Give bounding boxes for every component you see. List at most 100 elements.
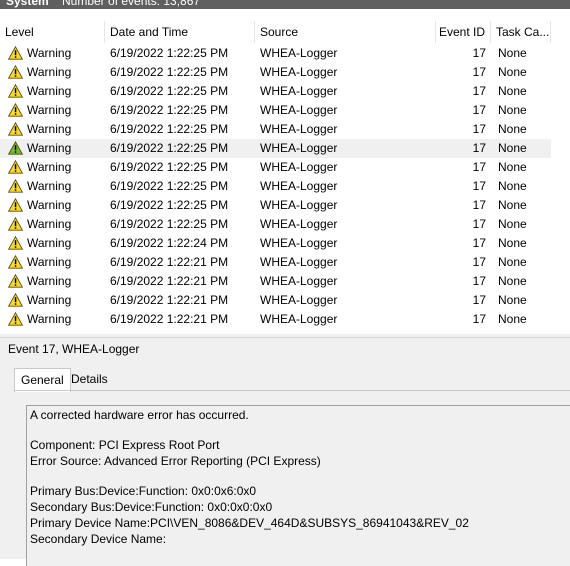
event-row[interactable]: Warning 6/19/2022 1:22:21 PM WHEA-Logger 17… — [0, 253, 551, 272]
column-header-event-id[interactable]: Event ID — [436, 21, 491, 43]
description-line: Primary Device Name:PCI\VEN_8086&DEV_464… — [30, 516, 469, 530]
cell-event-id: 17 — [472, 179, 486, 193]
cell-source: WHEA-Logger — [260, 160, 338, 174]
cell-source: WHEA-Logger — [260, 217, 338, 231]
warning-triangle-icon — [8, 122, 23, 136]
cell-task-category: None — [498, 255, 527, 269]
cell-task-category: None — [498, 103, 527, 117]
column-header-row: Level Date and Time Source Event ID Task… — [0, 21, 551, 43]
cell-date-time: 6/19/2022 1:22:21 PM — [110, 274, 229, 288]
tab-divider — [14, 390, 570, 391]
cell-date-time: 6/19/2022 1:22:21 PM — [110, 255, 229, 269]
cell-task-category: None — [498, 236, 527, 250]
event-row[interactable]: Warning 6/19/2022 1:22:25 PM WHEA-Logger 17… — [0, 101, 551, 120]
cell-event-id: 17 — [472, 312, 486, 326]
tab-general[interactable]: General — [14, 368, 71, 392]
event-row[interactable]: Warning 6/19/2022 1:22:25 PM WHEA-Logger 17… — [0, 196, 551, 215]
event-count: Number of events: 13,867 — [62, 0, 201, 8]
cell-source: WHEA-Logger — [260, 274, 338, 288]
cell-task-category: None — [498, 293, 527, 307]
event-row[interactable]: Warning 6/19/2022 1:22:25 PM WHEA-Logger 17… — [0, 177, 551, 196]
cell-source: WHEA-Logger — [260, 65, 338, 79]
event-row[interactable]: Warning 6/19/2022 1:22:21 PM WHEA-Logger 17… — [0, 310, 551, 329]
warning-triangle-icon — [8, 141, 23, 155]
cell-level: Warning — [27, 160, 72, 174]
cell-level: Warning — [27, 141, 72, 155]
cell-event-id: 17 — [472, 46, 486, 60]
cell-date-time: 6/19/2022 1:22:21 PM — [110, 293, 229, 307]
column-header-task-category[interactable]: Task Ca... — [491, 21, 551, 43]
warning-triangle-icon — [8, 198, 23, 212]
cell-event-id: 17 — [472, 122, 486, 136]
event-row[interactable]: Warning 6/19/2022 1:22:25 PM WHEA-Logger 17… — [0, 139, 551, 158]
warning-triangle-icon — [8, 312, 23, 326]
cell-event-id: 17 — [472, 141, 486, 155]
vertical-scrollbar[interactable] — [555, 9, 570, 334]
warning-triangle-icon — [8, 179, 23, 193]
cell-level: Warning — [27, 103, 72, 117]
description-line: Component: PCI Express Root Port — [30, 438, 220, 452]
cell-event-id: 17 — [472, 255, 486, 269]
cell-level: Warning — [27, 293, 72, 307]
cell-event-id: 17 — [472, 293, 486, 307]
cell-date-time: 6/19/2022 1:22:25 PM — [110, 179, 229, 193]
event-row[interactable]: Warning 6/19/2022 1:22:25 PM WHEA-Logger 17… — [0, 215, 551, 234]
cell-task-category: None — [498, 84, 527, 98]
warning-triangle-icon — [8, 160, 23, 174]
event-detail-pane: Event 17, WHEA-Logger General Details A … — [0, 337, 570, 566]
cell-event-id: 17 — [472, 217, 486, 231]
cell-level: Warning — [27, 46, 72, 60]
description-line: Secondary Bus:Device:Function: 0x0:0x0:0… — [30, 500, 273, 514]
warning-triangle-icon — [8, 217, 23, 231]
event-description-box[interactable]: A corrected hardware error has occurred.… — [26, 405, 570, 566]
cell-source: WHEA-Logger — [260, 312, 338, 326]
warning-triangle-icon — [8, 103, 23, 117]
cell-level: Warning — [27, 236, 72, 250]
event-row[interactable]: Warning 6/19/2022 1:22:25 PM WHEA-Logger 17… — [0, 120, 551, 139]
event-row[interactable]: Warning 6/19/2022 1:22:25 PM WHEA-Logger 17… — [0, 82, 551, 101]
column-header-date-time[interactable]: Date and Time — [105, 21, 255, 43]
event-row[interactable]: Warning 6/19/2022 1:22:25 PM WHEA-Logger 17… — [0, 44, 551, 63]
cell-task-category: None — [498, 274, 527, 288]
warning-triangle-icon — [8, 274, 23, 288]
event-row[interactable]: Warning 6/19/2022 1:22:21 PM WHEA-Logger 17… — [0, 272, 551, 291]
description-line: A corrected hardware error has occurred. — [30, 408, 249, 422]
cell-task-category: None — [498, 179, 527, 193]
tab-details[interactable]: Details — [65, 368, 114, 390]
cell-source: WHEA-Logger — [260, 141, 338, 155]
cell-event-id: 17 — [472, 274, 486, 288]
cell-date-time: 6/19/2022 1:22:25 PM — [110, 160, 229, 174]
cell-date-time: 6/19/2022 1:22:25 PM — [110, 198, 229, 212]
cell-level: Warning — [27, 255, 72, 269]
cell-source: WHEA-Logger — [260, 179, 338, 193]
cell-date-time: 6/19/2022 1:22:25 PM — [110, 141, 229, 155]
cell-task-category: None — [498, 46, 527, 60]
cell-source: WHEA-Logger — [260, 236, 338, 250]
cell-source: WHEA-Logger — [260, 293, 338, 307]
event-row[interactable]: Warning 6/19/2022 1:22:25 PM WHEA-Logger 17… — [0, 158, 551, 177]
cell-level: Warning — [27, 84, 72, 98]
column-header-level[interactable]: Level — [0, 21, 105, 43]
cell-level: Warning — [27, 217, 72, 231]
column-header-source[interactable]: Source — [255, 21, 436, 43]
cell-level: Warning — [27, 179, 72, 193]
cell-task-category: None — [498, 122, 527, 136]
cell-date-time: 6/19/2022 1:22:25 PM — [110, 217, 229, 231]
cell-task-category: None — [498, 65, 527, 79]
cell-source: WHEA-Logger — [260, 84, 338, 98]
warning-triangle-icon — [8, 236, 23, 250]
event-row[interactable]: Warning 6/19/2022 1:22:21 PM WHEA-Logger 17… — [0, 291, 551, 310]
event-row[interactable]: Warning 6/19/2022 1:22:24 PM WHEA-Logger 17… — [0, 234, 551, 253]
warning-triangle-icon — [8, 255, 23, 269]
cell-level: Warning — [27, 198, 72, 212]
cell-task-category: None — [498, 198, 527, 212]
cell-task-category: None — [498, 160, 527, 174]
cell-event-id: 17 — [472, 65, 486, 79]
event-row[interactable]: Warning 6/19/2022 1:22:25 PM WHEA-Logger 17… — [0, 63, 551, 82]
cell-level: Warning — [27, 122, 72, 136]
warning-triangle-icon — [8, 84, 23, 98]
cell-source: WHEA-Logger — [260, 255, 338, 269]
cell-date-time: 6/19/2022 1:22:25 PM — [110, 46, 229, 60]
description-line: Primary Bus:Device:Function: 0x0:0x6:0x0 — [30, 484, 257, 498]
cell-source: WHEA-Logger — [260, 46, 338, 60]
